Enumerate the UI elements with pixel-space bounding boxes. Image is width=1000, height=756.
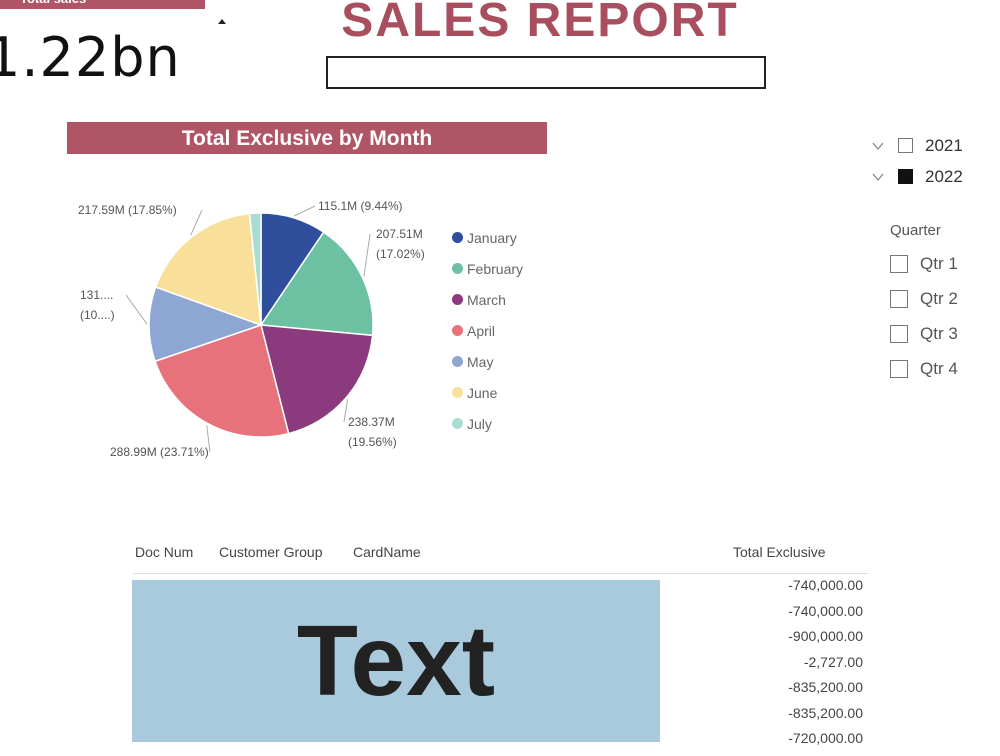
data-label-february: 207.51M bbox=[376, 227, 423, 241]
data-label-march: 238.37M bbox=[348, 415, 395, 429]
chart-title: Total Exclusive by Month bbox=[67, 122, 547, 154]
data-label-june: 217.59M (17.85%) bbox=[78, 203, 177, 217]
checkbox[interactable] bbox=[890, 289, 908, 308]
data-label-april: 288.99M (23.71%) bbox=[110, 445, 209, 459]
legend-dot-july bbox=[452, 418, 463, 429]
leader-line bbox=[294, 205, 316, 217]
table-cell-total-exclusive: -720,000.00 bbox=[788, 730, 863, 746]
legend-label: April bbox=[467, 322, 496, 339]
chart-legend: January February March April May June Ju… bbox=[452, 222, 523, 439]
year-option-2022[interactable]: 2022 bbox=[872, 161, 963, 192]
legend-item[interactable]: April bbox=[452, 315, 523, 346]
data-label-february-pct: (17.02%) bbox=[376, 247, 425, 261]
legend-item[interactable]: May bbox=[452, 346, 523, 377]
quarter-label: Qtr 1 bbox=[920, 253, 958, 273]
column-header-cardname[interactable]: CardName bbox=[353, 544, 421, 560]
total-sales-card-header: Total sales bbox=[0, 0, 205, 9]
text-overlay-box[interactable]: Text bbox=[132, 580, 660, 742]
quarter-label: Qtr 3 bbox=[920, 323, 958, 343]
quarter-label: Qtr 4 bbox=[920, 358, 958, 378]
year-option-2021[interactable]: 2021 bbox=[872, 130, 963, 161]
data-label-may-pct: (10....) bbox=[80, 308, 115, 322]
leader-line bbox=[363, 233, 371, 277]
chevron-down-icon[interactable] bbox=[872, 171, 884, 183]
chevron-down-icon[interactable] bbox=[872, 140, 884, 152]
legend-item[interactable]: January bbox=[452, 222, 523, 253]
table-header: Doc Num Customer Group CardName Total Ex… bbox=[133, 544, 868, 574]
legend-dot-may bbox=[452, 356, 463, 367]
quarter-option[interactable]: Qtr 2 bbox=[890, 281, 958, 316]
legend-item[interactable]: June bbox=[452, 377, 523, 408]
quarter-option[interactable]: Qtr 4 bbox=[890, 351, 958, 386]
empty-text-box[interactable] bbox=[326, 56, 766, 89]
legend-label: January bbox=[467, 229, 517, 246]
quarter-slicer: Qtr 1 Qtr 2 Qtr 3 Qtr 4 bbox=[890, 246, 958, 386]
data-label-march-pct: (19.56%) bbox=[348, 435, 397, 449]
legend-label: June bbox=[467, 384, 498, 401]
checkbox[interactable] bbox=[890, 359, 908, 378]
table-cell-total-exclusive: -835,200.00 bbox=[788, 704, 863, 721]
checkbox[interactable] bbox=[890, 324, 908, 343]
total-exclusive-column: -740,000.00 -740,000.00 -900,000.00 -2,7… bbox=[700, 577, 863, 756]
legend-dot-march bbox=[452, 294, 463, 305]
column-header-total-exclusive[interactable]: Total Exclusive bbox=[733, 544, 826, 560]
leader-line bbox=[125, 294, 148, 325]
table-cell-total-exclusive: -2,727.00 bbox=[803, 653, 863, 670]
legend-dot-june bbox=[452, 387, 463, 398]
data-label-may: 131.... bbox=[80, 288, 113, 302]
pie-chart: 115.1M (9.44%) 207.51M (17.02%) 238.37M … bbox=[78, 199, 425, 459]
legend-dot-january bbox=[452, 232, 463, 243]
legend-item[interactable]: February bbox=[452, 253, 523, 284]
legend-label: February bbox=[467, 260, 524, 277]
quarter-slicer-title: Quarter bbox=[890, 222, 941, 239]
year-label: 2021 bbox=[925, 135, 963, 155]
data-label-january: 115.1M (9.44%) bbox=[318, 199, 403, 213]
legend-dot-february bbox=[452, 263, 463, 274]
total-sales-value: 1.22bn bbox=[0, 26, 181, 89]
column-header-doc-num[interactable]: Doc Num bbox=[135, 544, 193, 560]
legend-label: May bbox=[467, 353, 494, 370]
sort-ascending-icon[interactable] bbox=[218, 19, 226, 24]
table-cell-total-exclusive: -740,000.00 bbox=[788, 577, 863, 593]
quarter-label: Qtr 2 bbox=[920, 288, 958, 308]
legend-item[interactable]: July bbox=[452, 408, 523, 439]
checkbox-checked[interactable] bbox=[898, 169, 913, 184]
table-cell-total-exclusive: -835,200.00 bbox=[788, 679, 863, 695]
legend-label: July bbox=[467, 415, 492, 432]
checkbox[interactable] bbox=[898, 138, 913, 153]
year-label: 2022 bbox=[925, 166, 963, 186]
table-cell-total-exclusive: -900,000.00 bbox=[788, 628, 863, 644]
quarter-option[interactable]: Qtr 3 bbox=[890, 316, 958, 351]
legend-item[interactable]: March bbox=[452, 284, 523, 315]
quarter-option[interactable]: Qtr 1 bbox=[890, 246, 958, 281]
checkbox[interactable] bbox=[890, 254, 908, 273]
legend-label: March bbox=[467, 291, 506, 308]
table-cell-total-exclusive: -740,000.00 bbox=[788, 602, 863, 619]
legend-dot-april bbox=[452, 325, 463, 336]
year-slicer: 2021 2022 bbox=[872, 130, 963, 192]
report-title: SALES REPORT bbox=[341, 0, 739, 47]
table-header-divider bbox=[133, 573, 868, 574]
column-header-customer-group[interactable]: Customer Group bbox=[219, 544, 322, 560]
